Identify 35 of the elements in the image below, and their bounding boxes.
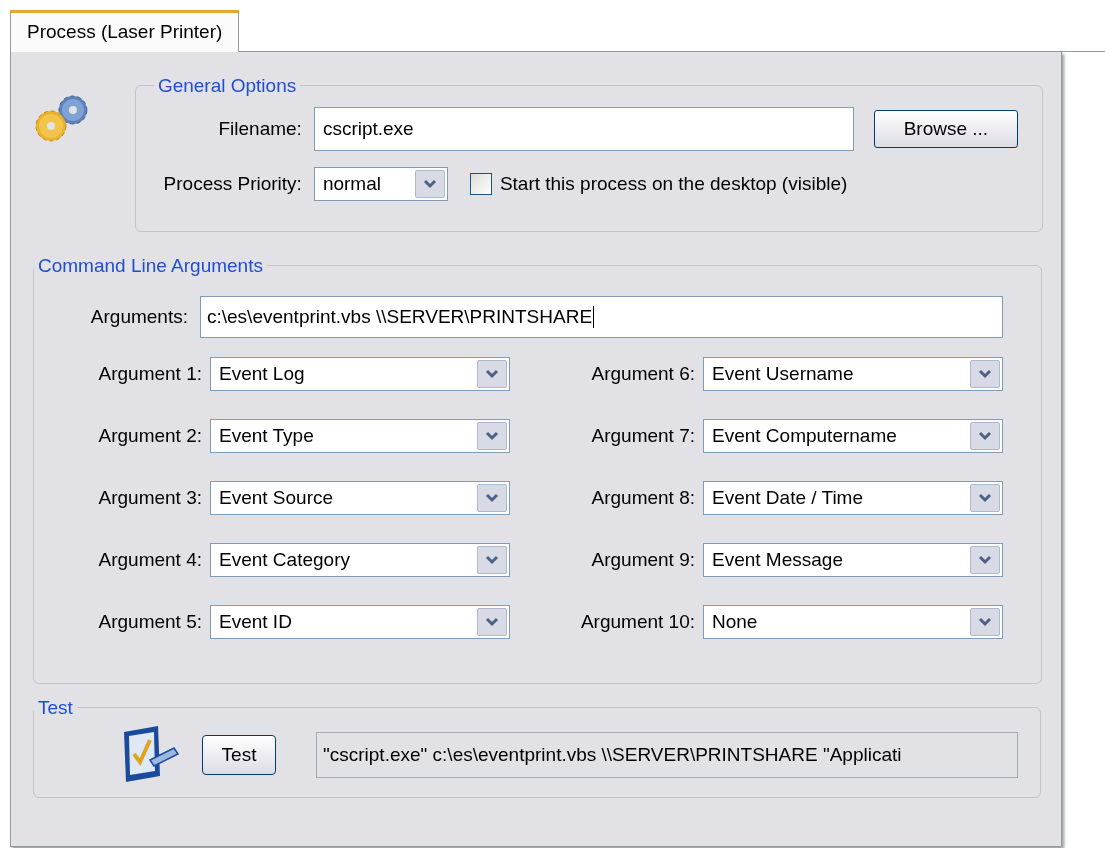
- field-label: Filename:: [217, 116, 302, 141]
- dropdown-field[interactable]: Event Type: [210, 419, 510, 453]
- field-label: Argument 10:: [579, 609, 696, 634]
- field-label: Process Priority:: [162, 171, 302, 196]
- field-label: Argument 6:: [590, 361, 696, 386]
- field-label: Argument 7:: [590, 423, 696, 448]
- dropdown-field[interactable]: Event Message: [703, 543, 1003, 577]
- dropdown-field[interactable]: Event Username: [703, 357, 1003, 391]
- dropdown-field[interactable]: Event Computername: [703, 419, 1003, 453]
- field-label: Argument 1:: [97, 361, 203, 386]
- field-label: Argument 5:: [97, 609, 203, 634]
- arguments-field[interactable]: c:\es\eventprint.vbs \\SERVER\PRINTSHARE: [200, 296, 1003, 338]
- command-preview-field: "cscript.exe" c:\es\eventprint.vbs \\SERVER\PRINTSHARE "Applicati: [316, 732, 1018, 778]
- dropdown-field[interactable]: Event Category: [210, 543, 510, 577]
- field-label: Argument 8:: [590, 485, 696, 510]
- field-label: Argument 4:: [97, 547, 203, 572]
- group-title: Test: [37, 695, 74, 720]
- checkbox-label: Start this process on the desktop (visible): [499, 171, 848, 196]
- tab[interactable]: Process (Laser Printer): [10, 10, 240, 52]
- dropdown-field[interactable]: normal: [313, 167, 448, 201]
- dropdown-field[interactable]: Event ID: [210, 605, 510, 639]
- group-title: General Options: [156, 73, 298, 98]
- field-label: Argument 9:: [590, 547, 696, 572]
- dropdown-field[interactable]: Event Date / Time: [703, 481, 1003, 515]
- checkbox[interactable]: [469, 173, 492, 195]
- browse-button[interactable]: Browse ...: [873, 110, 1018, 148]
- field-label: Argument 2:: [97, 423, 203, 448]
- field-label: Arguments:: [89, 304, 189, 329]
- field-label: Argument 3:: [97, 485, 203, 510]
- dropdown-field[interactable]: Event Log: [210, 357, 510, 391]
- test-button[interactable]: Test: [202, 735, 276, 775]
- group-title: Command Line Arguments: [37, 253, 264, 278]
- filename-field[interactable]: cscript.exe: [313, 107, 854, 151]
- dropdown-field[interactable]: None: [703, 605, 1003, 639]
- dropdown-field[interactable]: Event Source: [210, 481, 510, 515]
